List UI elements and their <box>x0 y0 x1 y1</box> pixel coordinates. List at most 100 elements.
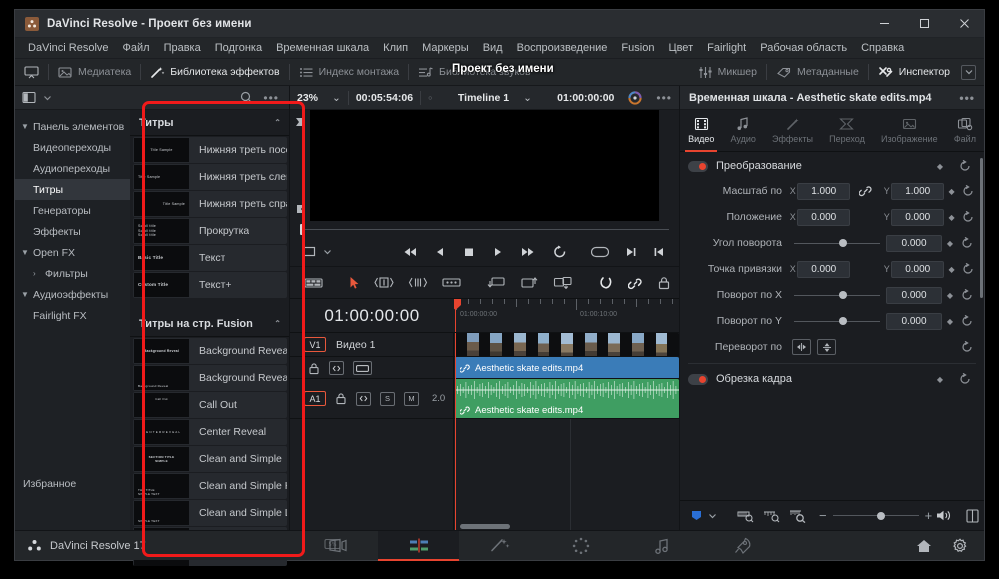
tab-audio[interactable]: Аудио <box>722 110 764 151</box>
track-layer-icon[interactable] <box>353 361 372 375</box>
snapping-icon[interactable] <box>592 267 621 299</box>
tree-item-audio-effects[interactable]: ▼ Аудиоэффекты <box>15 284 130 305</box>
marker-blue-icon[interactable] <box>690 509 703 522</box>
menu-playback[interactable]: Воспроизведение <box>510 38 615 59</box>
menu-markers[interactable]: Маркеры <box>415 38 476 59</box>
scrubber-track[interactable] <box>300 229 669 230</box>
zoom-in-button[interactable]: + <box>925 508 933 523</box>
chevron-down-icon[interactable]: ▼ <box>21 248 33 257</box>
timeline-ruler[interactable]: 01:00:00:00 01:00:10:00 01:00:20:00 01:0… <box>454 299 679 332</box>
mark-in-icon[interactable] <box>294 116 306 128</box>
rotation-slider[interactable] <box>794 235 880 251</box>
list-item[interactable]: SECTION TITLE SIMPLE Clean and Simple <box>133 446 287 472</box>
jump-to-start-icon[interactable] <box>402 246 418 258</box>
insert-clip-icon[interactable] <box>480 267 513 299</box>
zoom-detail-icon[interactable] <box>737 509 754 523</box>
track-a1-header[interactable]: A1 S M 2.0 <box>290 379 454 418</box>
list-item[interactable]: Custom Title Текст+ <box>133 272 287 298</box>
pitch-x-field[interactable]: 0.000 <box>886 287 942 304</box>
list-item[interactable]: Basic Title Текст <box>133 245 287 271</box>
dynamic-trim-mode-icon[interactable] <box>401 267 435 299</box>
timeline-zoom-slider[interactable] <box>833 508 919 524</box>
close-button[interactable] <box>944 10 984 38</box>
timeline-hscrollbar[interactable] <box>460 524 510 529</box>
reset-icon[interactable] <box>956 160 974 172</box>
menu-fairlight[interactable]: Fairlight <box>700 38 753 59</box>
trim-edit-mode-icon[interactable] <box>367 267 401 299</box>
reset-icon[interactable] <box>959 211 976 223</box>
cut-page-button[interactable] <box>297 531 378 561</box>
menu-workspace[interactable]: Рабочая область <box>753 38 854 59</box>
menu-file[interactable]: Файл <box>116 38 157 59</box>
media-pool-button[interactable]: Медиатека <box>49 59 140 86</box>
stop-icon[interactable] <box>463 246 475 258</box>
zoom-out-button[interactable]: − <box>819 508 827 523</box>
reset-icon[interactable] <box>959 263 976 275</box>
inspector-scrollbar[interactable] <box>980 158 983 298</box>
solo-icon[interactable]: S <box>380 392 395 406</box>
overwrite-clip-icon[interactable] <box>513 267 546 299</box>
tree-item-toolbox[interactable]: ▼ Панель элементов <box>15 116 130 137</box>
maximize-button[interactable] <box>904 10 944 38</box>
reset-icon[interactable] <box>958 315 976 327</box>
tab-image[interactable]: Изображение <box>873 110 946 151</box>
section-transform-header[interactable]: Преобразование ◆ <box>680 154 984 178</box>
panel-split-icon[interactable] <box>966 509 979 523</box>
position-x-field[interactable]: 0.000 <box>797 209 850 226</box>
timeline-empty-area[interactable] <box>290 419 679 530</box>
keyframe-icon[interactable]: ◆ <box>932 375 948 384</box>
search-icon[interactable] <box>240 91 253 104</box>
tree-item-effects[interactable]: Эффекты <box>15 221 130 242</box>
more-options-icon[interactable]: ••• <box>263 91 279 105</box>
tab-transition[interactable]: Переход <box>821 110 873 151</box>
zoom-custom-icon[interactable] <box>763 509 780 523</box>
list-item[interactable]: Scroll title Scroll title Scroll title П… <box>133 218 287 244</box>
selection-mode-icon[interactable] <box>342 267 367 299</box>
viewer-mode-caret-icon[interactable] <box>323 249 332 255</box>
list-item[interactable]: THE TITLE SIMPLE TEXT Clean and Simple H… <box>133 473 287 499</box>
linked-selection-icon[interactable] <box>621 267 650 299</box>
zoom-full-icon[interactable] <box>789 509 806 523</box>
razor-edit-mode-icon[interactable] <box>435 267 468 299</box>
loop-icon[interactable] <box>553 245 567 258</box>
tab-video[interactable]: Видео <box>680 110 722 151</box>
fairlight-page-button[interactable] <box>621 531 702 561</box>
tab-effects[interactable]: Эффекты <box>764 110 821 151</box>
timeline-view-options-icon[interactable] <box>290 267 330 299</box>
list-item[interactable]: Title Sample Нижняя треть справа <box>133 191 287 217</box>
media-page-button[interactable] <box>216 531 297 561</box>
section-header-fusion-titles[interactable]: Титры на стр. Fusion ⌃ <box>130 311 289 337</box>
menu-clip[interactable]: Клип <box>376 38 415 59</box>
audio-clip[interactable]: Aesthetic skate edits.mp4 <box>455 379 679 418</box>
toolbar-expand-button[interactable] <box>961 65 976 80</box>
reset-icon[interactable] <box>958 237 976 249</box>
mute-icon[interactable]: M <box>404 392 419 406</box>
play-reverse-icon[interactable] <box>435 246 446 258</box>
jump-to-end-icon[interactable] <box>520 246 536 258</box>
in-out-range-icon[interactable] <box>591 246 609 258</box>
inspector-more-options-icon[interactable]: ••• <box>959 91 975 105</box>
speaker-icon[interactable] <box>936 509 952 522</box>
anchor-y-field[interactable]: 0.000 <box>891 261 944 278</box>
sound-library-button[interactable]: Библиотека звуков <box>409 59 540 86</box>
track-a1-badge[interactable]: A1 <box>304 391 326 406</box>
menu-view[interactable]: Вид <box>476 38 510 59</box>
auto-select-icon[interactable] <box>329 361 344 375</box>
keyframe-icon[interactable]: ◆ <box>942 239 958 248</box>
mark-out-right-icon[interactable] <box>625 246 637 258</box>
tab-file[interactable]: Файл <box>946 110 984 151</box>
mark-in-right-icon[interactable] <box>653 246 665 258</box>
section-header-titles[interactable]: Титры ⌃ <box>130 110 289 136</box>
effects-search-area[interactable]: ••• <box>57 91 283 105</box>
video-clip-filmstrip[interactable] <box>455 333 679 356</box>
reset-icon[interactable] <box>958 341 976 353</box>
keyframe-icon[interactable]: ◆ <box>944 187 959 196</box>
keyframe-icon[interactable]: ◆ <box>944 265 959 274</box>
tree-item-video-transitions[interactable]: Видеопереходы <box>15 137 130 158</box>
mixer-button[interactable]: Микшер <box>689 59 766 86</box>
timeline-viewer[interactable] <box>290 110 679 221</box>
panel-layout-caret-icon[interactable] <box>43 95 52 101</box>
list-item[interactable]: Background Reveal Background Reveal <box>133 338 287 364</box>
crop-enable-toggle[interactable] <box>688 374 708 385</box>
flip-vertical-button[interactable] <box>817 339 836 355</box>
